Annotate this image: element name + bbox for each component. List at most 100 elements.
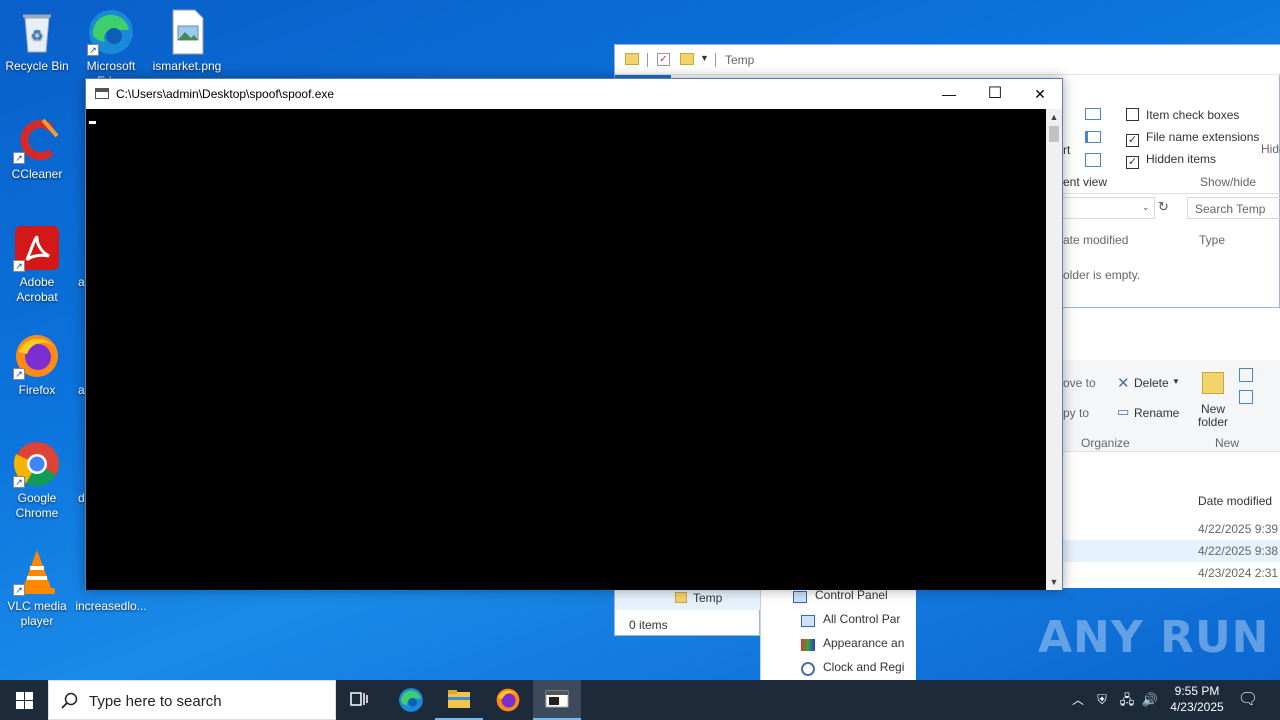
layout-icon[interactable]	[1085, 108, 1101, 120]
clock-icon	[801, 662, 815, 676]
search-input[interactable]: Search Temp	[1195, 202, 1265, 216]
ribbon: ove to py to ✕ Delete ▼ ▭ Rename New fol…	[1063, 360, 1280, 452]
notifications-icon[interactable]: 🗨	[1236, 680, 1260, 720]
properties-icon[interactable]: ✓	[657, 53, 670, 66]
new-item-icon[interactable]	[1239, 368, 1253, 382]
nav-item-temp[interactable]: Temp	[615, 588, 761, 610]
scrollbar-thumb[interactable]	[1049, 126, 1059, 142]
hide-selected-label[interactable]: Hide	[1261, 142, 1280, 156]
address-bar[interactable]	[1055, 197, 1155, 219]
explorer-titlebar[interactable]: ✓ ▼ Temp	[615, 45, 1280, 75]
scroll-up-arrow-icon[interactable]: ▲	[1046, 109, 1062, 125]
desktop-icon-ccleaner[interactable]: ↗ CCleaner	[0, 116, 74, 182]
desktop-icon-ismarket-png[interactable]: ismarket.png	[150, 8, 224, 74]
volume-icon[interactable]: 🔊	[1140, 680, 1160, 720]
new-folder-icon[interactable]	[680, 53, 694, 65]
checkmark-icon: ✓	[1126, 156, 1139, 169]
desktop-icon-vlc[interactable]: ↗ VLC media player	[0, 548, 74, 629]
grid-icon[interactable]	[1085, 153, 1101, 167]
clock-time: 9:55 PM	[1174, 684, 1220, 698]
vertical-scrollbar[interactable]: ▲ ▼	[1046, 109, 1062, 590]
folder-icon	[625, 53, 639, 65]
desktop-icon-firefox[interactable]: ↗ Firefox	[0, 332, 74, 398]
taskbar-clock[interactable]: 9:55 PM 4/23/2025	[1160, 683, 1234, 715]
desktop-icon-adobe-acrobat[interactable]: ↗ Adobe Acrobat	[0, 224, 74, 305]
columns-icon[interactable]	[1085, 131, 1101, 143]
table-row[interactable]: 4/22/2025 9:38 I	[1063, 540, 1280, 562]
taskbar-console-icon[interactable]	[533, 680, 581, 720]
easy-access-icon[interactable]	[1239, 390, 1253, 404]
table-row[interactable]: 4/23/2024 2:31 I	[1063, 562, 1280, 584]
file-explorer-icon[interactable]	[435, 680, 483, 720]
svg-text:♻: ♻	[31, 27, 44, 43]
column-date-modified[interactable]: ate modified	[1063, 233, 1128, 247]
shortcut-arrow-icon: ↗	[13, 476, 25, 488]
rename-button[interactable]: Rename	[1134, 406, 1179, 420]
row-date: 4/22/2025 9:38 I	[1198, 544, 1280, 558]
security-icon[interactable]: ⛨	[1092, 680, 1112, 720]
minimize-button[interactable]: —	[926, 79, 972, 109]
task-view-icon[interactable]	[336, 680, 384, 720]
console-icon	[95, 88, 109, 99]
delete-button[interactable]: Delete	[1134, 376, 1169, 390]
taskbar-firefox-icon[interactable]	[484, 680, 532, 720]
close-button[interactable]: ✕	[1017, 79, 1063, 109]
console-titlebar[interactable]: C:\Users\admin\Desktop\spoof\spoof.exe —…	[86, 79, 1062, 109]
row-date: 4/22/2025 9:39 I	[1198, 522, 1280, 536]
image-file-icon	[163, 8, 211, 56]
control-panel-tree: Control Panel All Control Par Appearance…	[760, 588, 916, 680]
start-button[interactable]	[0, 680, 48, 720]
chevron-up-icon[interactable]: ︿	[1068, 680, 1088, 720]
taskbar-edge-icon[interactable]	[387, 680, 435, 720]
refresh-icon[interactable]: ↻	[1158, 199, 1169, 215]
move-to-button[interactable]: ove to	[1063, 376, 1096, 390]
column-date-modified[interactable]: Date modified	[1198, 494, 1272, 508]
text-cursor	[89, 121, 96, 124]
desktop-label-partial: a	[78, 383, 85, 397]
status-bar-items: 0 items	[629, 618, 668, 632]
checkbox-icon	[1126, 108, 1139, 121]
show-hide-group-label: Show/hide	[1200, 175, 1257, 189]
desktop-icon-recycle-bin[interactable]: ♻ Recycle Bin	[0, 8, 74, 74]
checkbox-item-check-boxes[interactable]: Item check boxes	[1126, 108, 1239, 122]
explorer-window-home[interactable]: ove to py to ✕ Delete ▼ ▭ Rename New fol…	[1063, 308, 1280, 588]
console-title: C:\Users\admin\Desktop\spoof\spoof.exe	[116, 87, 335, 101]
sort-by-label[interactable]: rt	[1063, 143, 1070, 157]
divider	[647, 53, 648, 67]
checkbox-hidden-items[interactable]: ✓ Hidden items	[1126, 152, 1216, 169]
network-icon[interactable]: 🖧	[1116, 680, 1138, 720]
desktop-icon-google-chrome[interactable]: ↗ Google Chrome	[0, 440, 74, 521]
console-window[interactable]: C:\Users\admin\Desktop\spoof\spoof.exe —…	[85, 78, 1063, 590]
clock-date: 4/23/2025	[1170, 700, 1224, 714]
window-title: Temp	[725, 53, 755, 67]
maximize-button[interactable]: ☐	[972, 79, 1018, 109]
chevron-down-icon[interactable]: ▼	[1172, 377, 1180, 386]
control-panel-icon	[801, 615, 815, 627]
shortcut-arrow-icon: ↗	[13, 260, 25, 272]
vlc-icon: ↗	[13, 548, 61, 596]
shortcut-arrow-icon: ↗	[87, 44, 99, 56]
ribbon-divider	[1055, 193, 1280, 194]
taskbar-search-placeholder: Type here to search	[89, 693, 222, 710]
explorer-navigation-pane: Temp 0 items	[614, 588, 761, 636]
desktop-icon-edge[interactable]: ↗ Microsoft Edge	[74, 8, 148, 80]
chevron-down-icon[interactable]: ⌄	[1142, 202, 1150, 213]
folder-icon	[675, 592, 687, 603]
console-output-area[interactable]	[86, 109, 1046, 590]
new-folder-button[interactable]: New folder	[1196, 403, 1230, 429]
checkbox-file-name-extensions[interactable]: ✓ File name extensions	[1126, 130, 1259, 147]
checkmark-icon: ✓	[1126, 134, 1139, 147]
search-icon	[61, 692, 78, 709]
scroll-down-arrow-icon[interactable]: ▼	[1046, 574, 1062, 590]
table-row[interactable]: 4/22/2025 9:39 I	[1063, 518, 1280, 540]
empty-folder-message: older is empty.	[1063, 268, 1141, 282]
row-date: 4/23/2024 2:31 I	[1198, 566, 1280, 580]
column-type[interactable]: Type	[1199, 233, 1225, 247]
desktop-label-partial: d	[78, 491, 85, 505]
watermark-logo: ANY RUN	[1038, 612, 1270, 663]
taskbar: Type here to search ︿ ⛨ 🖧 🔊 9:55 PM 4/23…	[0, 680, 1280, 720]
chevron-down-icon[interactable]: ▼	[700, 53, 709, 63]
taskbar-search-box[interactable]: Type here to search	[48, 680, 336, 720]
edge-icon: ↗	[87, 8, 135, 56]
copy-to-button[interactable]: py to	[1063, 406, 1089, 420]
